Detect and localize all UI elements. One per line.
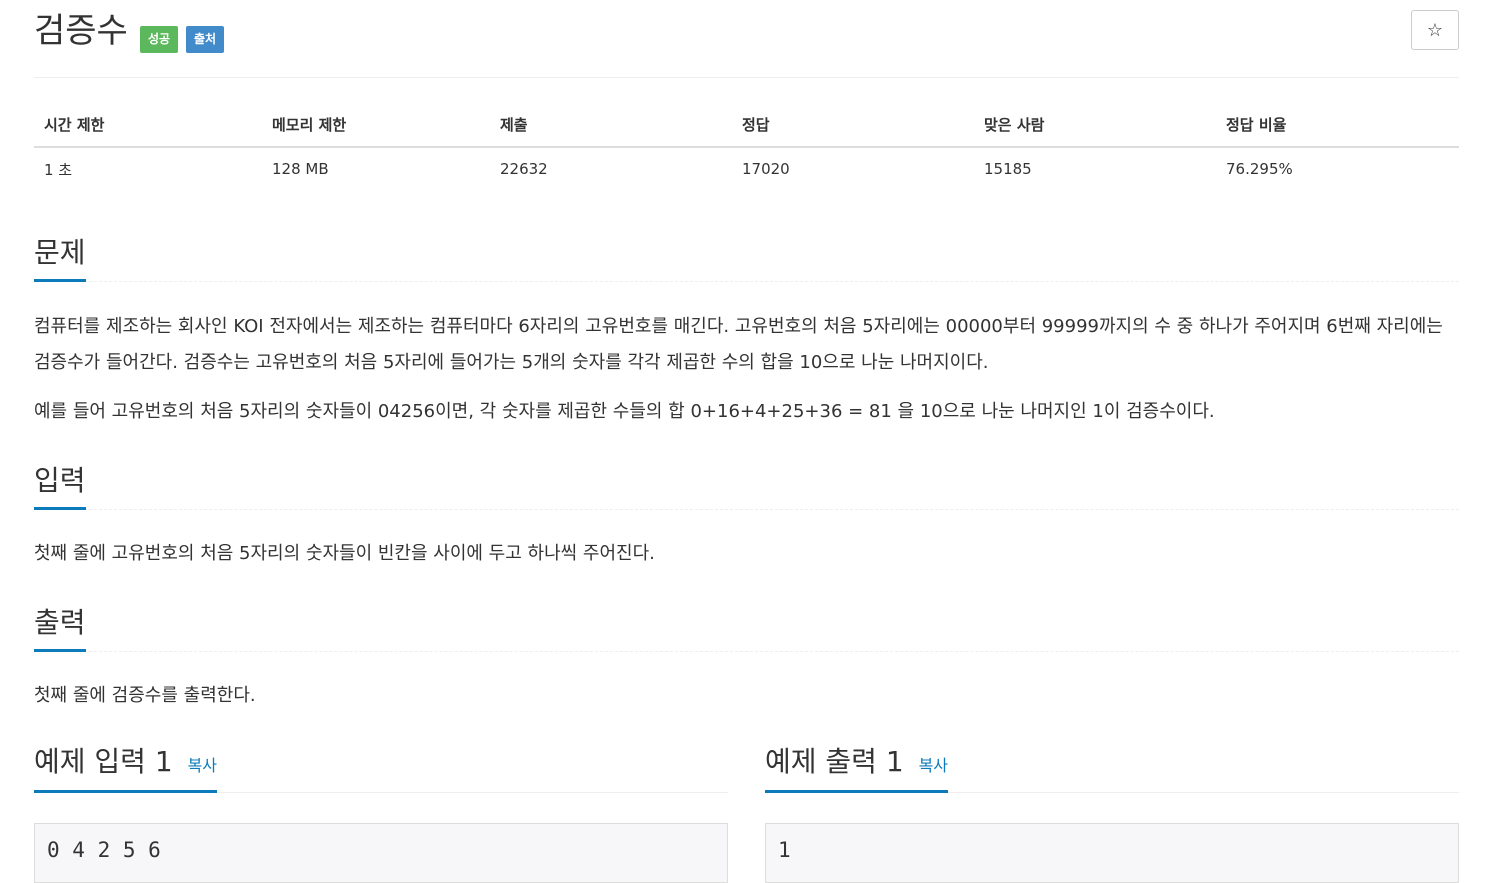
sample-input-box[interactable]: 0 4 2 5 6 (34, 823, 728, 883)
problem-heading: 문제 (34, 231, 86, 282)
header-memory-limit: 메모리 제한 (262, 102, 490, 148)
input-heading: 입력 (34, 459, 86, 510)
sample-input-label-wrap: 예제 입력 1 복사 (34, 740, 218, 793)
input-heading-row: 입력 (34, 458, 1459, 510)
problem-example-text: 예를 들어 고유번호의 처음 5자리의 숫자들이 04256이면, 각 숫자를 … (34, 401, 1215, 422)
problem-description: 컴퓨터를 제조하는 회사인 KOI 전자에서는 제조하는 컴퓨터마다 6자리의 … (34, 316, 1443, 373)
input-description: 첫째 줄에 고유번호의 처음 5자리의 숫자들이 빈칸을 사이에 두고 하나씩 … (34, 543, 655, 564)
sample-input-header: 예제 입력 1 복사 (34, 740, 728, 793)
output-description: 첫째 줄에 검증수를 출력한다. (34, 685, 256, 706)
header-accepted: 정답 (732, 102, 974, 148)
source-badge[interactable]: 출처 (186, 26, 225, 53)
problem-heading-row: 문제 (34, 230, 1459, 282)
success-badge[interactable]: 성공 (140, 26, 179, 53)
title-row: 검증수 성공 출처 ☆ (34, 0, 1459, 78)
copy-output-button[interactable]: 복사 (919, 756, 948, 775)
sample-input-section: 예제 입력 1 복사 0 4 2 5 6 (34, 740, 728, 883)
sample-output-section: 예제 출력 1 복사 1 (765, 740, 1459, 883)
value-submissions: 22632 (500, 160, 548, 178)
header-submissions: 제출 (490, 102, 732, 148)
info-header-row: 시간 제한 메모리 제한 제출 정답 맞은 사람 정답 비율 (34, 102, 1459, 148)
problem-info-table: 시간 제한 메모리 제한 제출 정답 맞은 사람 정답 비율 1 초 128 M… (34, 102, 1459, 190)
sample-output-title: 예제 출력 1 (765, 745, 904, 778)
value-time-limit: 1 초 (44, 160, 73, 179)
sample-output-label-wrap: 예제 출력 1 복사 (765, 740, 949, 793)
output-heading: 출력 (34, 601, 86, 652)
sample-output-header: 예제 출력 1 복사 (765, 740, 1459, 793)
info-value-row: 1 초 128 MB 22632 17020 15185 76.295% (34, 147, 1459, 190)
star-button[interactable]: ☆ (1411, 10, 1459, 50)
header-time-limit: 시간 제한 (34, 102, 262, 148)
output-heading-row: 출력 (34, 600, 1459, 652)
sample-output-box[interactable]: 1 (765, 823, 1459, 883)
value-accepted: 17020 (742, 160, 790, 178)
value-solvers: 15185 (984, 160, 1032, 178)
value-accept-ratio: 76.295% (1226, 160, 1293, 178)
problem-title: 검증수 (34, 11, 128, 51)
problem-page: 검증수 성공 출처 ☆ 시간 제한 메모리 제한 제출 정답 맞은 사람 정답 … (34, 0, 1459, 883)
header-solvers: 맞은 사람 (974, 102, 1216, 148)
value-memory-limit: 128 MB (272, 160, 329, 178)
copy-input-button[interactable]: 복사 (188, 756, 217, 775)
sample-input-title: 예제 입력 1 (34, 745, 173, 778)
header-accept-ratio: 정답 비율 (1216, 102, 1459, 148)
star-icon: ☆ (1426, 19, 1444, 41)
